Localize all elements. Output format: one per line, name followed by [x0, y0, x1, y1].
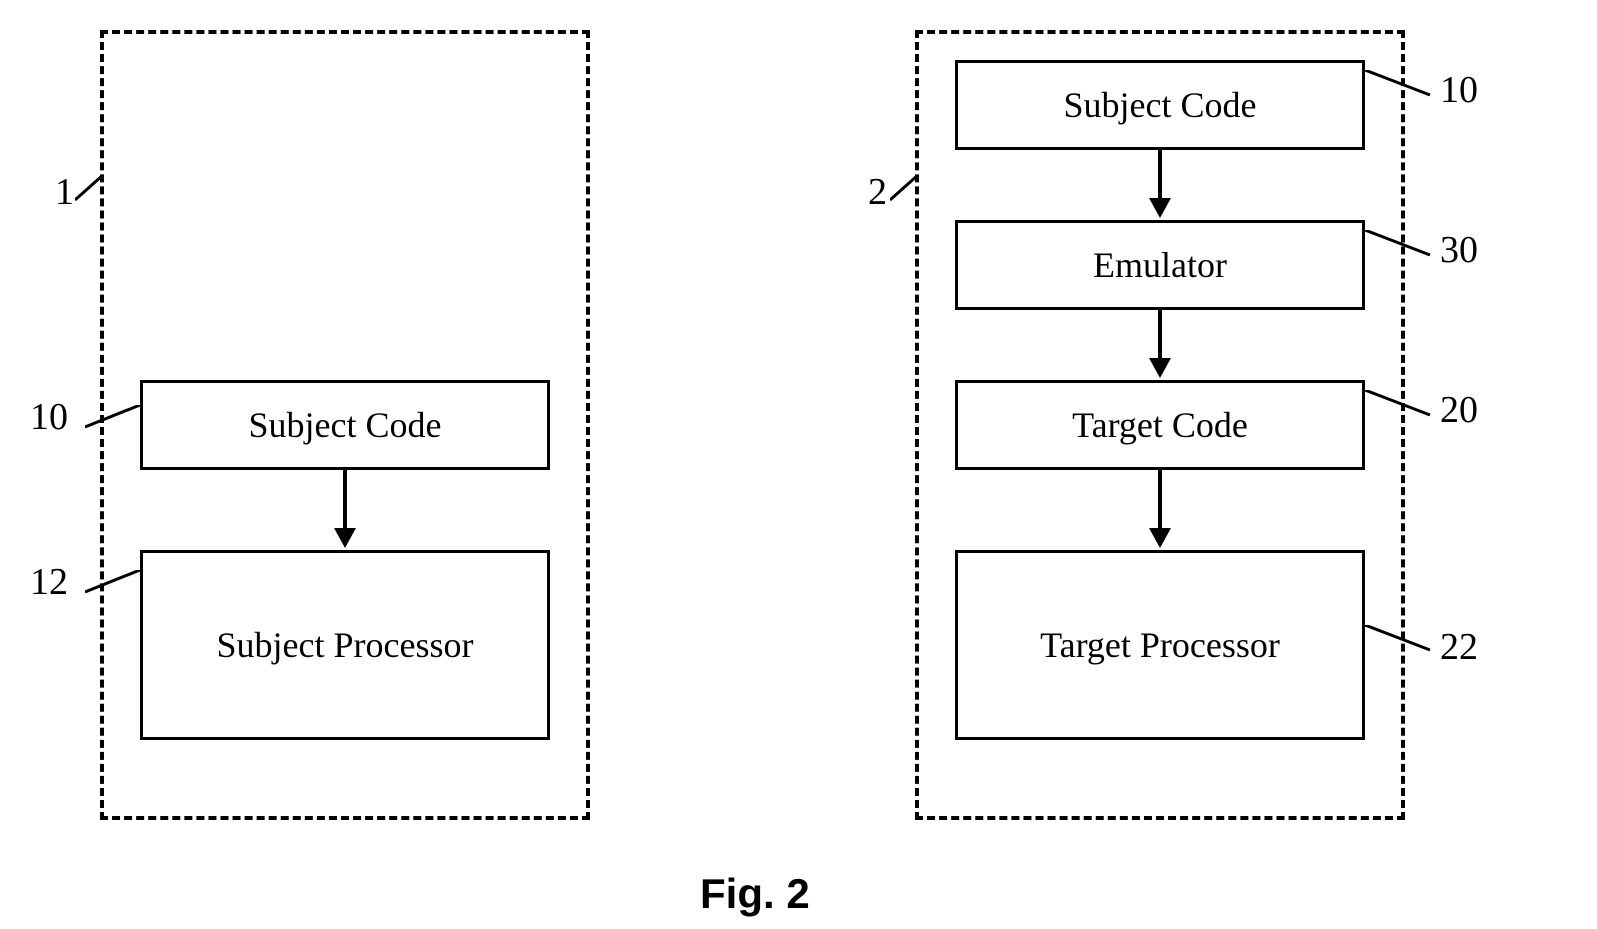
right-target-processor-label: 22	[1440, 625, 1478, 669]
box-text: Target Processor	[1040, 624, 1280, 666]
right-target-code-label: 20	[1440, 388, 1478, 432]
tick-line	[85, 405, 145, 435]
left-subject-processor-label: 12	[30, 560, 68, 604]
tick-line	[85, 570, 145, 600]
box-text: Subject Code	[1064, 84, 1257, 126]
left-subject-code-box: Subject Code	[140, 380, 550, 470]
arrow-down-icon	[330, 470, 360, 550]
box-text: Subject Processor	[217, 624, 474, 666]
arrow-down-icon	[1145, 310, 1175, 380]
arrow-down-icon	[1145, 150, 1175, 220]
box-text: Emulator	[1093, 244, 1227, 286]
box-text: Target Code	[1072, 404, 1248, 446]
left-container-label: 1	[55, 170, 74, 214]
tick-line	[75, 175, 105, 205]
tick-line	[1365, 625, 1435, 655]
right-subject-code-label: 10	[1440, 68, 1478, 112]
right-subject-code-box: Subject Code	[955, 60, 1365, 150]
right-emulator-box: Emulator	[955, 220, 1365, 310]
arrow-down-icon	[1145, 470, 1175, 550]
diagram-container: 1 Subject Code 10 Subject Processor 12 2…	[0, 0, 1597, 929]
left-subject-code-label: 10	[30, 395, 68, 439]
right-container-label: 2	[868, 170, 887, 214]
tick-line	[1365, 70, 1435, 100]
right-emulator-label: 30	[1440, 228, 1478, 272]
left-subject-processor-box: Subject Processor	[140, 550, 550, 740]
tick-line	[1365, 390, 1435, 420]
figure-caption: Fig. 2	[700, 870, 810, 918]
tick-line	[1365, 230, 1435, 260]
tick-line	[890, 175, 920, 205]
right-target-code-box: Target Code	[955, 380, 1365, 470]
right-target-processor-box: Target Processor	[955, 550, 1365, 740]
box-text: Subject Code	[249, 404, 442, 446]
